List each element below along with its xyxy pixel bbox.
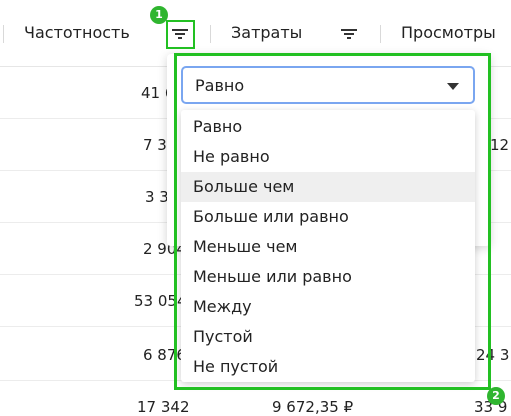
highlight-box-filter-options [174,53,491,390]
column-header-views[interactable]: Просмотры [401,23,496,42]
column-header-frequency[interactable]: Частотность [24,23,130,42]
filter-icon [341,29,357,39]
column-separator [210,25,211,43]
costs-filter-button[interactable] [339,23,359,45]
step-badge-2: 2 [487,387,505,405]
column-header-costs[interactable]: Затраты [231,23,302,42]
step-badge-1: 1 [150,6,168,24]
table-cell: 9 672,35 ₽ [272,398,354,416]
table-cell: 3 3 [145,188,169,206]
table-cell: 12 [490,136,510,154]
highlight-box-filter-button [166,20,195,49]
column-separator [380,25,381,43]
column-separator [3,25,4,43]
table-cell: 17 342 [137,398,190,416]
table-cell: 7 3 [143,136,167,154]
